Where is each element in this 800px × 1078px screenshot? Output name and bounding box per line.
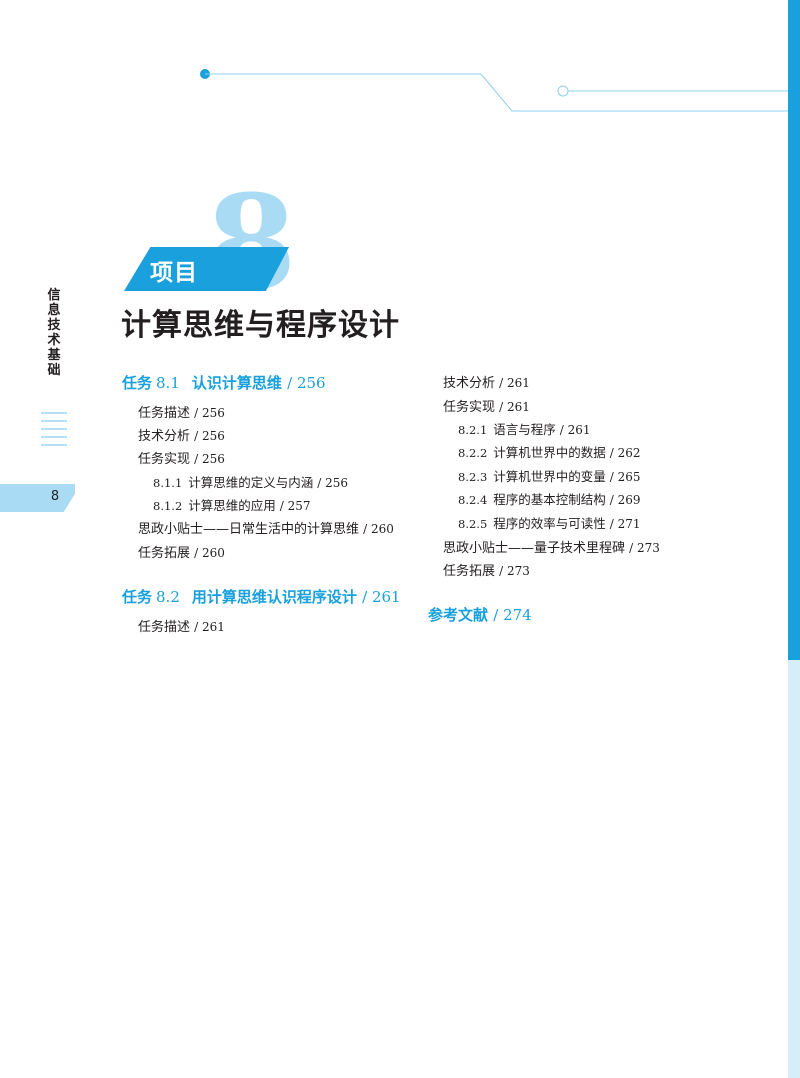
toc-subentry[interactable]: 8.2.4 程序的基本控制结构 / 269 <box>458 489 641 508</box>
right-edge-bar-light <box>788 660 800 1078</box>
task-label: 任务 <box>122 588 153 606</box>
toc-entry[interactable]: 技术分析 / 261 <box>443 372 530 391</box>
toc-entry[interactable]: 任务实现 / 256 <box>138 448 225 467</box>
task-number: 8.2 <box>156 588 180 606</box>
running-head-book-title: 信息技术基础 <box>47 288 61 378</box>
toc-subentry[interactable]: 8.2.3 计算机世界中的变量 / 265 <box>458 466 641 485</box>
right-edge-bar <box>788 0 800 660</box>
toc-entry[interactable]: 任务描述 / 261 <box>138 616 225 635</box>
references-title: 参考文献 <box>428 606 489 624</box>
project-label: 项目 <box>150 260 198 286</box>
toc-entry[interactable]: 思政小贴士——日常生活中的计算思维 / 260 <box>138 518 394 537</box>
toc-subentry[interactable]: 8.2.2 计算机世界中的数据 / 262 <box>458 442 641 461</box>
toc-entry[interactable]: 技术分析 / 256 <box>138 425 225 444</box>
toc-entry[interactable]: 思政小贴士——量子技术里程碑 / 273 <box>443 537 660 556</box>
side-decorative-lines <box>41 412 67 452</box>
references-page: / 274 <box>493 606 532 624</box>
toc-subentry[interactable]: 8.2.5 程序的效率与可读性 / 271 <box>458 513 641 532</box>
toc-entry[interactable]: 任务实现 / 261 <box>443 396 530 415</box>
toc-task-heading[interactable]: 任务 8.1 认识计算思维 / 256 <box>122 372 326 393</box>
circuit-line-bend <box>480 73 790 112</box>
circuit-decoration <box>200 69 790 112</box>
toc-entry[interactable]: 任务描述 / 256 <box>138 402 225 421</box>
task-page: / 256 <box>287 374 326 392</box>
toc-subentry[interactable]: 8.1.1 计算思维的定义与内涵 / 256 <box>153 472 348 491</box>
toc-subentry[interactable]: 8.2.1 语言与程序 / 261 <box>458 419 591 438</box>
project-banner <box>124 247 289 291</box>
chapter-title: 计算思维与程序设计 <box>121 308 400 343</box>
task-title: 认识计算思维 <box>191 374 282 392</box>
toc-task-heading[interactable]: 任务 8.2 用计算思维认识程序设计 / 261 <box>122 586 401 607</box>
toc-entry[interactable]: 任务拓展 / 260 <box>138 542 225 561</box>
task-page: / 261 <box>362 588 401 606</box>
task-number: 8.1 <box>156 374 180 392</box>
page-number: 8 <box>50 489 60 504</box>
circuit-dot-hollow <box>557 85 569 97</box>
toc-entry[interactable]: 任务拓展 / 273 <box>443 560 530 579</box>
task-title: 用计算思维认识程序设计 <box>191 588 357 606</box>
task-label: 任务 <box>122 374 153 392</box>
toc-references-heading[interactable]: 参考文献 / 274 <box>428 604 532 625</box>
toc-subentry[interactable]: 8.1.2 计算思维的应用 / 257 <box>153 495 311 514</box>
